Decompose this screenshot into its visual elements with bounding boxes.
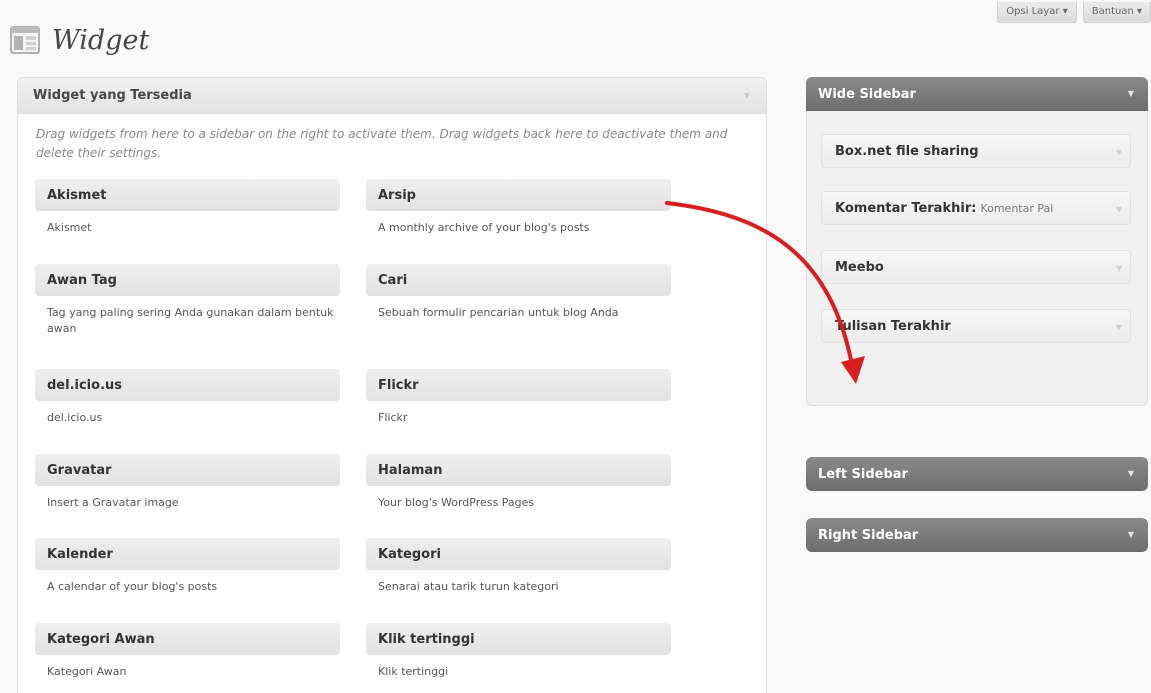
wide-sidebar-body: Box.net file sharing ▼ Komentar Terakhir…	[806, 111, 1148, 406]
sidebar-widget-title: Komentar Terakhir:	[835, 200, 977, 216]
help-button[interactable]: Bantuan ▾	[1082, 2, 1151, 23]
widget-awan-tag[interactable]: Awan Tag Tag yang paling sering Anda gun…	[35, 264, 340, 337]
widget-title[interactable]: Kategori Awan	[35, 623, 340, 655]
widget-kalender[interactable]: Kalender A calendar of your blog's posts	[35, 538, 340, 595]
sidebar-widget-komentar-terakhir[interactable]: Komentar Terakhir: Komentar Pal ▼	[821, 191, 1131, 225]
available-widgets-title: Widget yang Tersedia	[33, 88, 192, 103]
sidebar-title: Left Sidebar	[818, 466, 908, 482]
widget-title[interactable]: Awan Tag	[35, 264, 340, 296]
available-widgets-description: Drag widgets from here to a sidebar on t…	[36, 127, 728, 160]
widget-halaman[interactable]: Halaman Your blog's WordPress Pages	[366, 454, 671, 511]
sidebar-widget-meebo[interactable]: Meebo ▼	[821, 250, 1131, 284]
triangle-down-icon[interactable]: ▼	[1128, 89, 1134, 98]
available-widgets-header[interactable]: Widget yang Tersedia ▼	[18, 78, 766, 114]
widget-title[interactable]: Gravatar	[35, 454, 340, 486]
sidebar-widget-subtitle: Komentar Pal	[980, 201, 1054, 215]
widget-title[interactable]: Arsip	[366, 179, 671, 211]
triangle-down-icon[interactable]: ▼	[1111, 205, 1122, 214]
triangle-down-icon[interactable]: ▼	[1111, 264, 1122, 273]
widget-description: Sebuah formulir pencarian untuk blog And…	[378, 306, 619, 319]
page-header: Widget	[10, 18, 149, 62]
widget-description: Senarai atau tarik turun kategori	[378, 580, 559, 593]
widget-description: Tag yang paling sering Anda gunakan dala…	[47, 306, 334, 335]
widget-description: A calendar of your blog's posts	[47, 580, 218, 593]
widget-arsip[interactable]: Arsip A monthly archive of your blog's p…	[366, 179, 671, 236]
right-sidebar: Right Sidebar ▼	[806, 518, 1148, 552]
widget-kategori[interactable]: Kategori Senarai atau tarik turun katego…	[366, 538, 671, 595]
widget-title[interactable]: Kategori	[366, 538, 671, 570]
widget-title[interactable]: Cari	[366, 264, 671, 296]
triangle-down-icon[interactable]: ▼	[1128, 469, 1134, 478]
screen-meta-links: Opsi Layar ▾ Bantuan ▾	[997, 2, 1151, 23]
sidebar-widget-title: Tulisan Terakhir	[835, 318, 951, 334]
widget-title[interactable]: Akismet	[35, 179, 340, 211]
triangle-down-icon[interactable]: ▼	[1128, 530, 1134, 539]
widget-klik-tertinggi[interactable]: Klik tertinggi Klik tertinggi	[366, 623, 671, 680]
widget-akismet[interactable]: Akismet Akismet	[35, 179, 340, 236]
widget-description: A monthly archive of your blog's posts	[378, 221, 590, 234]
widget-description: Insert a Gravatar image	[47, 496, 179, 509]
triangle-down-icon[interactable]: ▼	[1111, 148, 1122, 157]
left-sidebar-header[interactable]: Left Sidebar ▼	[806, 457, 1148, 491]
widget-title[interactable]: Flickr	[366, 369, 671, 401]
widget-description: del.icio.us	[47, 411, 103, 424]
widget-gravatar[interactable]: Gravatar Insert a Gravatar image	[35, 454, 340, 511]
sidebar-widget-tulisan-terakhir[interactable]: Tulisan Terakhir ▼	[821, 309, 1131, 343]
widget-delicious[interactable]: del.icio.us del.icio.us	[35, 369, 340, 426]
triangle-down-icon[interactable]: ▼	[744, 91, 750, 100]
widget-description: Klik tertinggi	[378, 665, 449, 678]
wide-sidebar: Wide Sidebar ▼ Box.net file sharing ▼ Ko…	[806, 77, 1148, 406]
widget-description: Flickr	[378, 411, 408, 424]
widget-title[interactable]: Halaman	[366, 454, 671, 486]
widget-title[interactable]: Kalender	[35, 538, 340, 570]
widget-description: Kategori Awan	[47, 665, 127, 678]
widget-description: Akismet	[47, 221, 92, 234]
widgets-icon	[10, 26, 40, 54]
widget-cari[interactable]: Cari Sebuah formulir pencarian untuk blo…	[366, 264, 671, 321]
widget-flickr[interactable]: Flickr Flickr	[366, 369, 671, 426]
widget-title[interactable]: del.icio.us	[35, 369, 340, 401]
widget-title[interactable]: Klik tertinggi	[366, 623, 671, 655]
widget-description: Your blog's WordPress Pages	[378, 496, 535, 509]
wide-sidebar-header[interactable]: Wide Sidebar ▼	[806, 77, 1148, 111]
right-sidebar-header[interactable]: Right Sidebar ▼	[806, 518, 1148, 552]
sidebar-title: Wide Sidebar	[818, 86, 916, 102]
sidebar-widget-box-net[interactable]: Box.net file sharing ▼	[821, 134, 1131, 168]
widget-kategori-awan[interactable]: Kategori Awan Kategori Awan	[35, 623, 340, 680]
sidebar-widget-title: Meebo	[835, 259, 884, 275]
available-widgets-panel: Widget yang Tersedia ▼ Drag widgets from…	[17, 77, 767, 693]
sidebar-title: Right Sidebar	[818, 527, 919, 543]
left-sidebar: Left Sidebar ▼	[806, 457, 1148, 491]
widgets-page: Widget Opsi Layar ▾ Bantuan ▾ Widget yan…	[0, 0, 1151, 693]
page-title: Widget	[52, 24, 150, 56]
triangle-down-icon[interactable]: ▼	[1111, 323, 1122, 332]
sidebar-widget-title: Box.net file sharing	[835, 143, 979, 159]
screen-options-button[interactable]: Opsi Layar ▾	[997, 2, 1077, 23]
